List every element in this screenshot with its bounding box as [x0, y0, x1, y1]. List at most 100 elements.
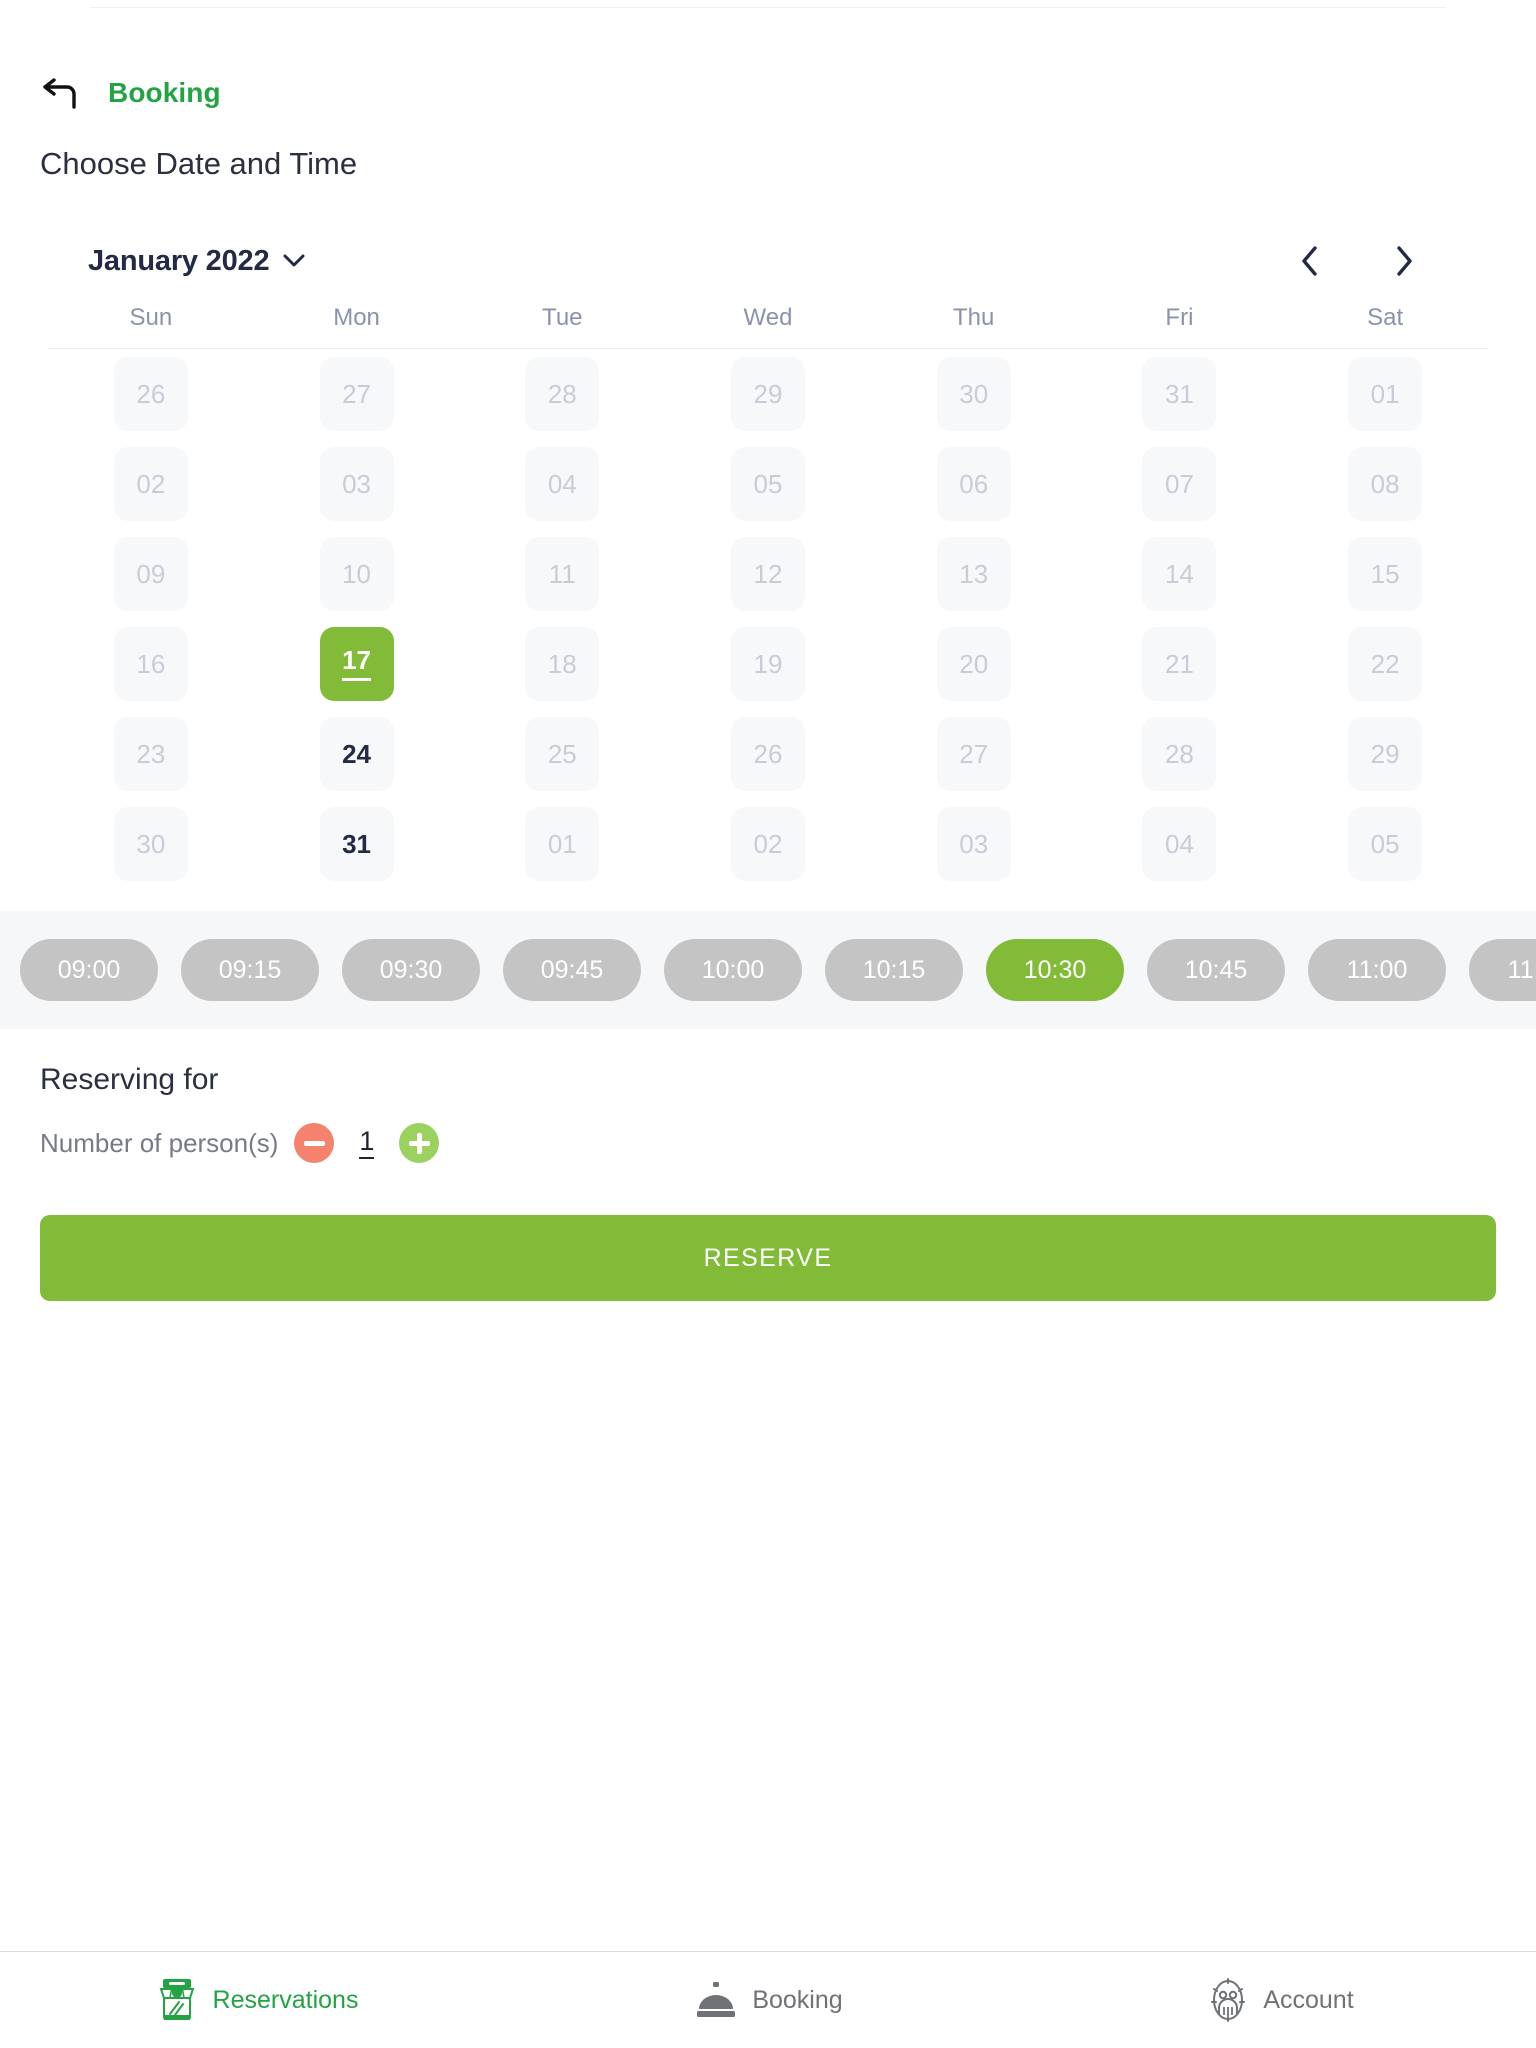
- nav-item-label: Account: [1263, 1985, 1354, 2014]
- calendar-day-cell: 03: [254, 439, 460, 529]
- reserve-button[interactable]: RESERVE: [40, 1215, 1496, 1301]
- time-slot-chip[interactable]: 10:15: [825, 939, 963, 1001]
- time-slot-chip[interactable]: 09:30: [342, 939, 480, 1001]
- calendar-day-label: 20: [959, 649, 989, 679]
- calendar-day-31: 31: [1142, 357, 1217, 431]
- calendar-day-label: 03: [959, 829, 989, 859]
- calendar-day-10: 10: [319, 537, 394, 611]
- weekday-label: Wed: [743, 304, 793, 331]
- account-avatar-icon: [1206, 1977, 1250, 2023]
- calendar-day-label: 23: [136, 739, 166, 769]
- calendar-day-cell: 11: [459, 529, 665, 619]
- reserving-for-title: Reserving for: [40, 1063, 219, 1096]
- month-year-selector[interactable]: January 2022: [88, 245, 305, 278]
- calendar-day-cell: 14: [1077, 529, 1283, 619]
- plus-circle-icon[interactable]: [399, 1123, 440, 1163]
- time-slot-chip[interactable]: 10:45: [1147, 939, 1285, 1001]
- calendar-days-grid: 26 27 28 29 30 31 01 02 03 04 05 06 07 08 09 10 11 12 13 14…: [48, 349, 1488, 889]
- calendar-day-30: 30: [113, 807, 188, 881]
- calendar-day-cell: 01: [1282, 349, 1488, 439]
- time-slot-chip[interactable]: 10:00: [664, 939, 802, 1001]
- calendar-day-cell[interactable]: 31: [254, 799, 460, 889]
- calendar-day-12: 12: [730, 537, 805, 611]
- calendar-day-02: 02: [113, 447, 188, 521]
- nav-item-account[interactable]: Account: [1024, 1977, 1536, 2023]
- calendar-day-label: 16: [136, 649, 166, 679]
- weekday-label: Fri: [1165, 304, 1194, 331]
- calendar-day-label: 28: [547, 379, 577, 409]
- calendar-day-label: 01: [547, 829, 577, 859]
- top-divider: [90, 7, 1446, 8]
- calendar-day-label: 09: [136, 559, 166, 589]
- service-bell-icon: [693, 1978, 739, 2022]
- calendar-day-cell: 05: [1282, 799, 1488, 889]
- calendar-day-cell: 28: [1077, 709, 1283, 799]
- bottom-navigation: Reservations Booking Account: [0, 1951, 1536, 2048]
- time-slot-chip[interactable]: 11:15: [1469, 939, 1536, 1001]
- calendar-day-03: 03: [319, 447, 394, 521]
- calendar-day-cell: 07: [1077, 439, 1283, 529]
- weekday-label: Thu: [953, 304, 995, 331]
- chevron-right-icon[interactable]: [1382, 239, 1426, 283]
- calendar-day-cell: 20: [871, 619, 1077, 709]
- calendar-day-label: 21: [1164, 649, 1194, 679]
- calendar-day-cell[interactable]: 24: [254, 709, 460, 799]
- chevron-left-icon[interactable]: [1288, 239, 1332, 283]
- calendar-day-label: 27: [342, 379, 372, 409]
- month-year-label: January 2022: [88, 244, 270, 277]
- calendar-day-label: 18: [547, 649, 577, 679]
- weekday-label: Mon: [333, 304, 380, 331]
- calendar-day-cell: 23: [48, 709, 254, 799]
- calendar-day-25: 25: [525, 717, 600, 791]
- calendar-day-cell[interactable]: 17: [254, 619, 460, 709]
- calendar-day-label: 02: [753, 829, 783, 859]
- calendar-day-cell: 26: [48, 349, 254, 439]
- calendar-day-29: 29: [1348, 717, 1423, 791]
- calendar-day-label: 02: [136, 469, 166, 499]
- back-arrow-icon[interactable]: [34, 67, 86, 119]
- calendar-day-08: 08: [1348, 447, 1423, 521]
- calendar-day-cell: 01: [459, 799, 665, 889]
- calendar-day-17[interactable]: 17: [319, 627, 394, 701]
- calendar-day-04: 04: [525, 447, 600, 521]
- calendar-day-label: 26: [753, 739, 783, 769]
- calendar-day-11: 11: [525, 537, 600, 611]
- calendar-day-label: 31: [1164, 379, 1194, 409]
- calendar-day-cell: 25: [459, 709, 665, 799]
- calendar-day-cell: 08: [1282, 439, 1488, 529]
- time-slot-chip[interactable]: 09:45: [503, 939, 641, 1001]
- calendar-day-label: 29: [753, 379, 783, 409]
- calendar: January 2022 Sun Mon Tue Wed Thu Fri Sat…: [0, 234, 1536, 889]
- calendar-day-19: 19: [730, 627, 805, 701]
- minus-circle-icon[interactable]: [294, 1123, 335, 1163]
- calendar-day-label: 03: [342, 469, 372, 499]
- time-slot-chip[interactable]: 11:00: [1308, 939, 1446, 1001]
- calendar-day-cell: 15: [1282, 529, 1488, 619]
- calendar-day-cell: 22: [1282, 619, 1488, 709]
- calendar-day-cell: 12: [665, 529, 871, 619]
- calendar-day-cell: 09: [48, 529, 254, 619]
- calendar-day-31[interactable]: 31: [319, 807, 394, 881]
- calendar-day-label: 27: [959, 739, 989, 769]
- weekday-label: Sun: [129, 304, 173, 331]
- calendar-day-label: 14: [1164, 559, 1194, 589]
- calendar-day-24[interactable]: 24: [319, 717, 394, 791]
- time-slot-row: 09:00 09:15 09:30 09:45 10:00 10:15 10:30 10:45…: [0, 939, 1536, 1001]
- weekday-label: Tue: [542, 304, 583, 331]
- calendar-day-cell: 06: [871, 439, 1077, 529]
- calendar-day-label: 30: [136, 829, 166, 859]
- calendar-day-23: 23: [113, 717, 188, 791]
- calendar-day-label: 04: [547, 469, 577, 499]
- calendar-nav: [1288, 239, 1448, 283]
- calendar-day-cell: 30: [48, 799, 254, 889]
- nav-item-booking[interactable]: Booking: [512, 1978, 1024, 2022]
- nav-item-reservations[interactable]: Reservations: [0, 1976, 512, 2024]
- time-slot-chip[interactable]: 09:00: [20, 939, 158, 1001]
- section-title: Choose Date and Time: [40, 146, 358, 181]
- calendar-day-label: 25: [547, 739, 577, 769]
- time-slot-chip[interactable]: 10:30: [986, 939, 1124, 1001]
- time-slot-strip[interactable]: 09:00 09:15 09:30 09:45 10:00 10:15 10:30 10:45…: [0, 911, 1536, 1029]
- calendar-day-label: 28: [1164, 739, 1194, 769]
- time-slot-chip[interactable]: 09:15: [181, 939, 319, 1001]
